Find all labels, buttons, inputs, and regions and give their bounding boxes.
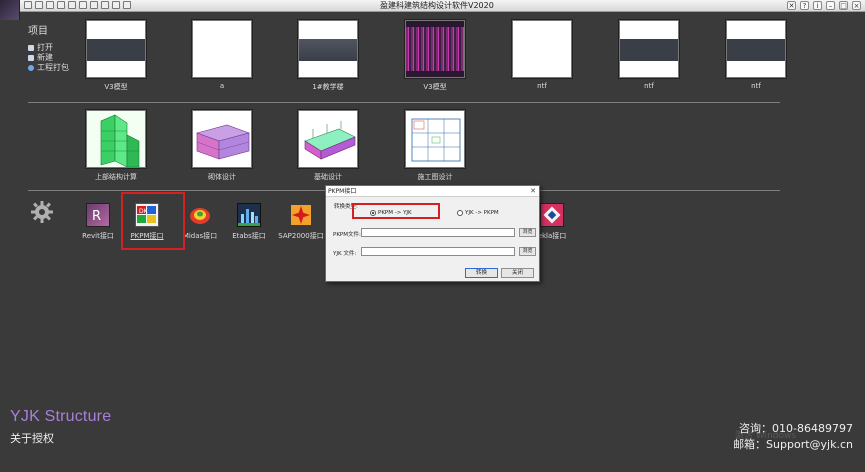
brand-logo-text: YJK Structure	[10, 408, 112, 425]
tool-label: SAP2000接口	[278, 232, 324, 240]
about-license-link[interactable]: 关于授权	[10, 430, 54, 446]
pkpm-highlight-box	[121, 192, 185, 250]
project-name: a	[219, 82, 225, 90]
recent-project-tile[interactable]: V3模型	[405, 20, 465, 92]
settings-icon[interactable]	[123, 1, 131, 9]
open-icon[interactable]	[35, 1, 43, 9]
upper-structure-thumbnail[interactable]	[86, 110, 146, 168]
separator-line	[28, 102, 780, 103]
option-highlight-box	[352, 203, 440, 219]
project-thumbnail[interactable]	[405, 20, 465, 78]
pkpm-file-input[interactable]	[361, 228, 515, 237]
module-label: 砌体设计	[208, 173, 236, 181]
project-name: ntf	[537, 82, 547, 90]
yjk-browse-button[interactable]: 浏览	[519, 247, 536, 256]
recent-project-tile[interactable]: 1#教学楼	[298, 20, 358, 92]
projects-panel: 项目 打开 新建 工程打包	[28, 22, 69, 73]
project-thumbnail[interactable]	[512, 20, 572, 78]
info-icon[interactable]: i	[813, 1, 822, 10]
contact-email: 邮箱：Support@yjk.cn	[733, 438, 853, 451]
recent-project-tile[interactable]: ntf	[619, 20, 679, 90]
dialog-close-icon[interactable]: ✕	[530, 186, 536, 197]
help-icon[interactable]: ?	[800, 1, 809, 10]
close-dialog-button[interactable]: 关闭	[501, 268, 534, 278]
new-icon[interactable]	[24, 1, 32, 9]
project-thumbnail[interactable]	[86, 20, 146, 78]
radio-yjk-to-pkpm[interactable]: YJK -> PKPM	[457, 210, 499, 216]
yjk-file-input[interactable]	[361, 247, 515, 256]
sap2000-icon[interactable]	[289, 203, 313, 227]
window-controls: ✕ ? i – □ ×	[787, 1, 861, 10]
module-label: 施工图设计	[417, 173, 453, 181]
project-name: ntf	[644, 82, 654, 90]
svg-text:R: R	[92, 209, 101, 224]
radio-button[interactable]	[457, 210, 463, 216]
project-name: V3模型	[104, 83, 128, 91]
folder-open-icon	[28, 45, 34, 51]
convert-button[interactable]: 转换	[465, 268, 498, 278]
file-new-icon	[28, 55, 34, 61]
radio-label: YJK -> PKPM	[465, 210, 499, 216]
dialog-title-bar: PKPM接口 ✕	[326, 186, 539, 197]
settings-tool[interactable]	[12, 200, 72, 224]
module-tile-upper-structure[interactable]: 上部结构计算	[86, 110, 146, 182]
recent-project-tile[interactable]: ntf	[512, 20, 572, 90]
project-name: V3模型	[423, 83, 447, 91]
redo-icon[interactable]	[79, 1, 87, 9]
revit-icon[interactable]: R	[86, 203, 110, 227]
project-name: ntf	[751, 82, 761, 90]
new-project-link[interactable]: 新建	[28, 53, 69, 63]
contact-phone: 咨询：010-86489797	[739, 422, 853, 435]
etabs-icon[interactable]	[237, 203, 261, 227]
pkpm-interface-dialog: PKPM接口 ✕ 转换类型: PKPM -> YJK YJK -> PKPM P…	[325, 185, 540, 282]
minimize-button[interactable]: –	[826, 1, 835, 10]
project-name: 1#教学楼	[312, 83, 344, 91]
module-tile-foundation[interactable]: 基础设计	[298, 110, 358, 182]
module-tile-drawings[interactable]: 施工图设计	[405, 110, 465, 182]
tekla-icon[interactable]	[540, 203, 564, 227]
module-label: 基础设计	[314, 173, 342, 181]
masonry-thumbnail[interactable]	[192, 110, 252, 168]
pkpm-browse-button[interactable]: 浏览	[519, 228, 536, 237]
recent-project-tile[interactable]: V3模型	[86, 20, 146, 92]
recent-project-tile[interactable]: a	[192, 20, 252, 90]
module-label: 上部结构计算	[95, 173, 137, 181]
sap2000-interface-tool[interactable]: SAP2000接口	[271, 203, 331, 241]
package-project-link[interactable]: 工程打包	[28, 63, 69, 73]
pkpm-file-label: PKPM文件:	[333, 232, 361, 238]
close-button[interactable]: ×	[852, 1, 861, 10]
etabs-interface-tool[interactable]: Etabs接口	[219, 203, 279, 241]
package-icon	[28, 65, 34, 71]
paste-icon[interactable]	[101, 1, 109, 9]
project-thumbnail[interactable]	[619, 20, 679, 78]
module-tile-masonry[interactable]: 砌体设计	[192, 110, 252, 182]
app-logo[interactable]	[0, 0, 20, 20]
dialog-title: PKPM接口	[328, 188, 357, 195]
open-project-link[interactable]: 打开	[28, 43, 69, 53]
print-icon[interactable]	[57, 1, 65, 9]
maximize-button[interactable]: □	[839, 1, 848, 10]
gear-icon[interactable]	[30, 200, 54, 224]
undo-icon[interactable]	[68, 1, 76, 9]
export-icon[interactable]	[112, 1, 120, 9]
save-icon[interactable]	[46, 1, 54, 9]
yjk-file-label: YJK 文件:	[333, 251, 357, 257]
recent-project-tile[interactable]: ntf	[726, 20, 786, 90]
tool-label: Etabs接口	[232, 232, 266, 240]
projects-heading: 项目	[28, 26, 48, 37]
project-thumbnail[interactable]	[192, 20, 252, 78]
foundation-thumbnail[interactable]	[298, 110, 358, 168]
title-bar: 盈建科建筑结构设计软件V2020 ✕ ? i – □ ×	[0, 0, 865, 20]
project-thumbnail[interactable]	[298, 20, 358, 78]
copy-icon[interactable]	[90, 1, 98, 9]
window-title: 盈建科建筑结构设计软件V2020	[380, 1, 494, 10]
midas-icon[interactable]	[188, 203, 212, 227]
drawings-thumbnail[interactable]	[405, 110, 465, 168]
quick-access-toolbar	[24, 1, 131, 9]
tools-icon[interactable]: ✕	[787, 1, 796, 10]
project-thumbnail[interactable]	[726, 20, 786, 78]
